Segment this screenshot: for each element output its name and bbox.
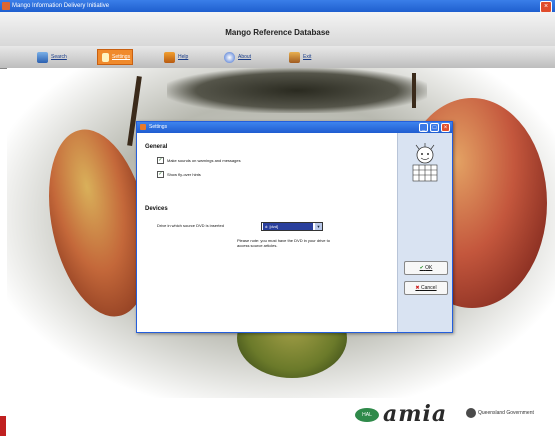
- dialog-sidebar: ✔ OK ✖ Cancel: [397, 133, 452, 332]
- search-icon: [37, 51, 48, 63]
- page-title: Mango Reference Database: [225, 28, 330, 37]
- app-header: Mango Reference Database: [0, 12, 555, 47]
- exit-button[interactable]: Exit: [289, 49, 311, 65]
- cancel-x-icon: ✖: [415, 285, 420, 291]
- queensland-crest-icon: [466, 408, 476, 418]
- queensland-logo: Queensland Government: [478, 410, 534, 416]
- minimize-button[interactable]: _: [419, 123, 428, 132]
- flyover-checkbox[interactable]: ✓: [157, 171, 164, 178]
- cancel-button[interactable]: ✖ Cancel: [404, 281, 448, 295]
- sounds-checkbox[interactable]: ✓: [157, 157, 164, 164]
- search-button[interactable]: Search: [37, 49, 67, 65]
- flyover-checkbox-row[interactable]: ✓ Show fly-over hints: [157, 171, 201, 178]
- settings-button-label: Settings: [112, 54, 131, 60]
- settings-button[interactable]: Settings: [97, 49, 133, 65]
- main-toolbar: Search Settings Help About Exit: [0, 46, 555, 69]
- app-icon: [2, 2, 10, 10]
- settings-dialog-icon: [140, 124, 146, 130]
- exit-door-icon: [289, 51, 300, 63]
- help-button[interactable]: Help: [164, 49, 188, 65]
- chevron-down-icon[interactable]: ▼: [315, 223, 322, 230]
- drive-select-value: d: [dvd]: [263, 223, 313, 230]
- settings-dialog: Settings _ □ × General ✓ Make sounds on …: [136, 121, 453, 333]
- mascot-illustration: [412, 143, 438, 182]
- leaves-shadow: [167, 68, 427, 113]
- about-button-label: About: [238, 54, 252, 60]
- ok-button-label: OK: [425, 265, 433, 271]
- dialog-title-bar: Settings _ □ ×: [137, 122, 452, 133]
- flyover-label: Show fly-over hints: [167, 172, 201, 177]
- close-button[interactable]: ×: [441, 123, 450, 132]
- sounds-label: Make sounds on warnings and messages: [167, 158, 241, 163]
- question-icon: [224, 51, 235, 63]
- red-edge-bar: [0, 416, 6, 436]
- mango-stem-right: [412, 73, 416, 108]
- help-button-label: Help: [178, 54, 189, 60]
- window-title-bar: Mango Information Delivery Initiative ×: [0, 0, 555, 13]
- drive-label: Drive in which source DVD is inserted: [157, 223, 224, 228]
- cancel-button-label: Cancel: [421, 285, 437, 291]
- exit-button-label: Exit: [303, 54, 312, 60]
- devices-heading: Devices: [145, 206, 168, 212]
- amia-logo: amia: [383, 401, 448, 427]
- window-title: Mango Information Delivery Initiative: [12, 3, 110, 9]
- help-icon: [164, 51, 175, 63]
- footer-logos: HAL amia Queensland Government: [0, 398, 555, 436]
- checkmark-icon: ✔: [419, 265, 424, 271]
- settings-icon: [102, 52, 109, 62]
- sounds-checkbox-row[interactable]: ✓ Make sounds on warnings and messages: [157, 157, 241, 164]
- general-heading: General: [145, 144, 168, 150]
- ok-button[interactable]: ✔ OK: [404, 261, 448, 275]
- search-button-label: Search: [51, 54, 67, 60]
- drive-select[interactable]: d: [dvd] ▼: [261, 222, 323, 231]
- about-button[interactable]: About: [224, 49, 251, 65]
- dvd-note: Please note: you must have the DVD in yo…: [237, 238, 330, 248]
- maximize-button[interactable]: □: [430, 123, 439, 132]
- hal-logo: HAL: [355, 408, 379, 422]
- dialog-title: Settings: [149, 124, 168, 130]
